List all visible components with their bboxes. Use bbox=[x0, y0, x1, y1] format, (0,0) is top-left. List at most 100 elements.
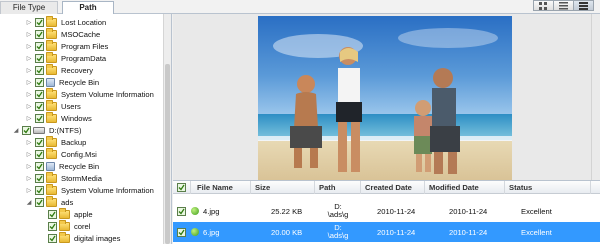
column-header-size[interactable]: Size bbox=[251, 181, 315, 194]
table-row[interactable]: 4.jpg 25.22 KB D: \ads\g 2010-11-24 2010… bbox=[173, 201, 600, 221]
details-view-button[interactable] bbox=[573, 0, 594, 11]
tree-item[interactable]: ▷ Lost Location bbox=[26, 16, 107, 28]
checkbox-checked-icon[interactable] bbox=[35, 102, 44, 111]
folder-icon bbox=[46, 172, 57, 183]
tree-item[interactable]: ▷ Recycle Bin bbox=[26, 161, 99, 172]
folder-icon bbox=[46, 100, 57, 111]
thumbnails-view-icon bbox=[539, 1, 547, 10]
checkbox-checked-icon[interactable] bbox=[35, 54, 44, 63]
tab-file-type[interactable]: File Type bbox=[0, 1, 58, 14]
checkbox-checked-icon[interactable] bbox=[35, 162, 44, 171]
column-header-path[interactable]: Path bbox=[315, 181, 361, 194]
column-header-status[interactable]: Status bbox=[505, 181, 591, 194]
checkbox-checked-icon[interactable] bbox=[35, 30, 44, 39]
tree-item-label: Config.Msi bbox=[61, 150, 97, 159]
tree-item-label: ProgramData bbox=[61, 54, 107, 63]
path-cell: D: \ads\g bbox=[323, 222, 353, 242]
checkbox-checked-icon[interactable] bbox=[35, 42, 44, 51]
tree-item[interactable]: ▷ Config.Msi bbox=[26, 148, 97, 160]
checkbox-checked-icon[interactable] bbox=[35, 174, 44, 183]
path-folder: \ads\g bbox=[327, 210, 349, 219]
table-row-selected[interactable]: 6.jpg 20.00 KB D: \ads\g 2010-11-24 2010… bbox=[173, 222, 600, 242]
beach-family-photo bbox=[258, 16, 512, 180]
expand-arrow-icon[interactable]: ▷ bbox=[26, 31, 32, 39]
select-all-checkbox-icon[interactable] bbox=[177, 183, 186, 192]
tree-item[interactable]: digital images bbox=[48, 232, 120, 244]
checkbox-checked-icon[interactable] bbox=[35, 186, 44, 195]
thumbnails-view-button[interactable] bbox=[533, 0, 554, 11]
checkbox-checked-icon[interactable] bbox=[35, 90, 44, 99]
expand-arrow-icon[interactable]: ▷ bbox=[26, 19, 32, 27]
top-bar: File Type Path bbox=[0, 0, 600, 15]
tree-item[interactable]: ▷ System Volume Information bbox=[26, 184, 154, 196]
file-recovery-window: File Type Path ▷ Lost Location ▷ MSOCache … bbox=[0, 0, 600, 244]
collapse-arrow-icon[interactable]: ◢ bbox=[13, 127, 19, 135]
checkbox-checked-icon[interactable] bbox=[35, 18, 44, 27]
tree-item[interactable]: ▷ MSOCache bbox=[26, 28, 101, 40]
expand-arrow-icon[interactable]: ▷ bbox=[26, 103, 32, 111]
checkbox-checked-icon[interactable] bbox=[22, 126, 31, 135]
expand-arrow-icon[interactable]: ▷ bbox=[26, 151, 32, 159]
expand-arrow-icon[interactable]: ▷ bbox=[26, 163, 32, 171]
tree-item[interactable]: ▷ Windows bbox=[26, 112, 92, 124]
folder-icon bbox=[59, 208, 70, 219]
checkbox-checked-icon[interactable] bbox=[35, 138, 44, 147]
tree-item[interactable]: ▷ Recovery bbox=[26, 64, 93, 76]
tree-item[interactable]: apple bbox=[48, 208, 93, 220]
expand-arrow-icon[interactable]: ▷ bbox=[26, 43, 32, 51]
tree-item[interactable]: ▷ Program Files bbox=[26, 40, 108, 52]
tab-path[interactable]: Path bbox=[62, 1, 114, 15]
path-cell: D: \ads\g bbox=[323, 201, 353, 221]
row-checkbox[interactable] bbox=[177, 222, 199, 242]
checkbox-checked-icon[interactable] bbox=[48, 234, 57, 243]
list-view-button[interactable] bbox=[553, 0, 574, 11]
tree-item[interactable]: ▷ System Volume Information bbox=[26, 88, 154, 100]
expand-arrow-icon[interactable]: ▷ bbox=[26, 115, 32, 123]
tree-item-label: System Volume Information bbox=[61, 186, 154, 195]
collapse-arrow-icon[interactable]: ◢ bbox=[26, 199, 32, 207]
tree-item-drive[interactable]: ◢ D:(NTFS) bbox=[13, 125, 81, 136]
created-date-cell: 2010-11-24 bbox=[377, 206, 416, 216]
tree-item[interactable]: corel bbox=[48, 220, 90, 232]
folder-icon bbox=[59, 232, 70, 243]
checkbox-checked-icon[interactable] bbox=[35, 150, 44, 159]
tree-item[interactable]: ◢ ads bbox=[26, 196, 73, 208]
folder-icon bbox=[46, 184, 57, 195]
expand-arrow-icon[interactable]: ▷ bbox=[26, 139, 32, 147]
expand-arrow-icon[interactable]: ▷ bbox=[26, 175, 32, 183]
tree-item[interactable]: ▷ StormMedia bbox=[26, 172, 102, 184]
column-header-file-name[interactable]: File Name bbox=[191, 181, 251, 194]
checkbox-checked-icon[interactable] bbox=[177, 206, 186, 216]
checkbox-checked-icon[interactable] bbox=[35, 66, 44, 75]
tree-item-label: MSOCache bbox=[61, 30, 101, 39]
tree-item-label: Lost Location bbox=[61, 18, 107, 27]
folder-icon bbox=[46, 196, 57, 207]
expand-arrow-icon[interactable]: ▷ bbox=[26, 67, 32, 75]
expand-arrow-icon[interactable]: ▷ bbox=[26, 91, 32, 99]
checkbox-checked-icon[interactable] bbox=[35, 114, 44, 123]
folder-icon bbox=[46, 148, 57, 159]
tree-item[interactable]: ▷ Backup bbox=[26, 136, 86, 148]
expand-arrow-icon[interactable]: ▷ bbox=[26, 187, 32, 195]
column-header-created-date[interactable]: Created Date bbox=[361, 181, 425, 194]
select-all-column[interactable] bbox=[173, 181, 191, 194]
expand-arrow-icon[interactable]: ▷ bbox=[26, 79, 32, 87]
checkbox-checked-icon[interactable] bbox=[177, 227, 186, 237]
size-cell: 20.00 KB bbox=[271, 227, 303, 237]
folder-icon bbox=[46, 28, 57, 39]
column-header-modified-date[interactable]: Modified Date bbox=[425, 181, 505, 194]
row-checkbox[interactable] bbox=[177, 201, 199, 221]
tree-scrollbar-thumb[interactable] bbox=[165, 64, 170, 244]
preview-scrollbar[interactable] bbox=[591, 14, 600, 180]
expand-arrow-icon[interactable]: ▷ bbox=[26, 55, 32, 63]
tree-item[interactable]: ▷ ProgramData bbox=[26, 52, 107, 64]
tree-item[interactable]: ▷ Recycle Bin bbox=[26, 77, 99, 88]
checkbox-checked-icon[interactable] bbox=[48, 210, 57, 219]
folder-tree: ▷ Lost Location ▷ MSOCache ▷ Program Files … bbox=[0, 14, 172, 244]
checkbox-checked-icon[interactable] bbox=[48, 222, 57, 231]
preview-image bbox=[258, 16, 512, 180]
checkbox-checked-icon[interactable] bbox=[35, 78, 44, 87]
tree-item[interactable]: ▷ Users bbox=[26, 100, 81, 112]
checkbox-checked-icon[interactable] bbox=[35, 198, 44, 207]
tree-scrollbar[interactable] bbox=[163, 14, 171, 244]
